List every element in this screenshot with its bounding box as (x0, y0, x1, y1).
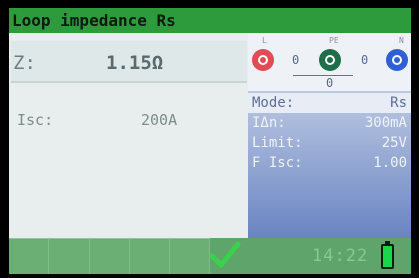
impedance-result-row: Z: 1.15Ω (11, 41, 247, 83)
settings-panel: L PE N 0 0 0 Mode: Rs IΔn: 300mA Limit: … (248, 33, 411, 238)
battery-icon (381, 241, 394, 269)
impedance-value: 1.15Ω (106, 52, 164, 74)
parameter-list: Mode: Rs IΔn: 300mA Limit: 25V F Isc: 1.… (248, 93, 411, 173)
param-value: Rs (390, 95, 407, 111)
terminal-pe-icon (319, 49, 341, 71)
check-icon (209, 241, 241, 268)
param-value: 300mA (364, 115, 407, 131)
param-row-fisc[interactable]: F Isc: 1.00 (248, 153, 411, 173)
param-row-limit[interactable]: Limit: 25V (248, 133, 411, 153)
isc-label: Isc: (17, 111, 54, 129)
param-row-mode[interactable]: Mode: Rs (248, 93, 411, 113)
softkey-2[interactable] (49, 238, 90, 274)
terminal-indicators: L PE N 0 0 0 (248, 33, 411, 91)
terminal-n-icon (386, 49, 408, 71)
terminal-n-label: N (399, 36, 404, 45)
isc-value: 200A (141, 111, 178, 129)
param-value: 1.00 (373, 155, 407, 171)
terminal-l-label: L (262, 36, 267, 45)
param-label: Limit: (252, 135, 303, 151)
instrument-screen: Loop impedance Rs Z: 1.15Ω Isc: 200A L P… (9, 8, 411, 274)
param-value: 25V (381, 135, 407, 151)
screen-title: Loop impedance Rs (9, 8, 411, 33)
param-label: Mode: (252, 95, 295, 111)
impedance-label: Z: (13, 52, 36, 74)
softkey-3[interactable] (90, 238, 130, 274)
terminal-pe-label: PE (329, 36, 339, 45)
param-label: F Isc: (252, 155, 303, 171)
softkey-4[interactable] (130, 238, 170, 274)
l-pe-value: 0 (292, 53, 300, 67)
param-label: IΔn: (252, 115, 286, 131)
terminal-l-icon (252, 49, 274, 71)
pe-n-value: 0 (361, 53, 369, 67)
results-panel: Z: 1.15Ω Isc: 200A (9, 33, 247, 238)
clock: 14:22 (312, 246, 369, 266)
l-n-value: 0 (326, 76, 334, 90)
softkey-5[interactable] (170, 238, 210, 274)
softkey-1[interactable] (9, 238, 49, 274)
param-row-idn[interactable]: IΔn: 300mA (248, 113, 411, 133)
l-n-line (293, 75, 353, 76)
